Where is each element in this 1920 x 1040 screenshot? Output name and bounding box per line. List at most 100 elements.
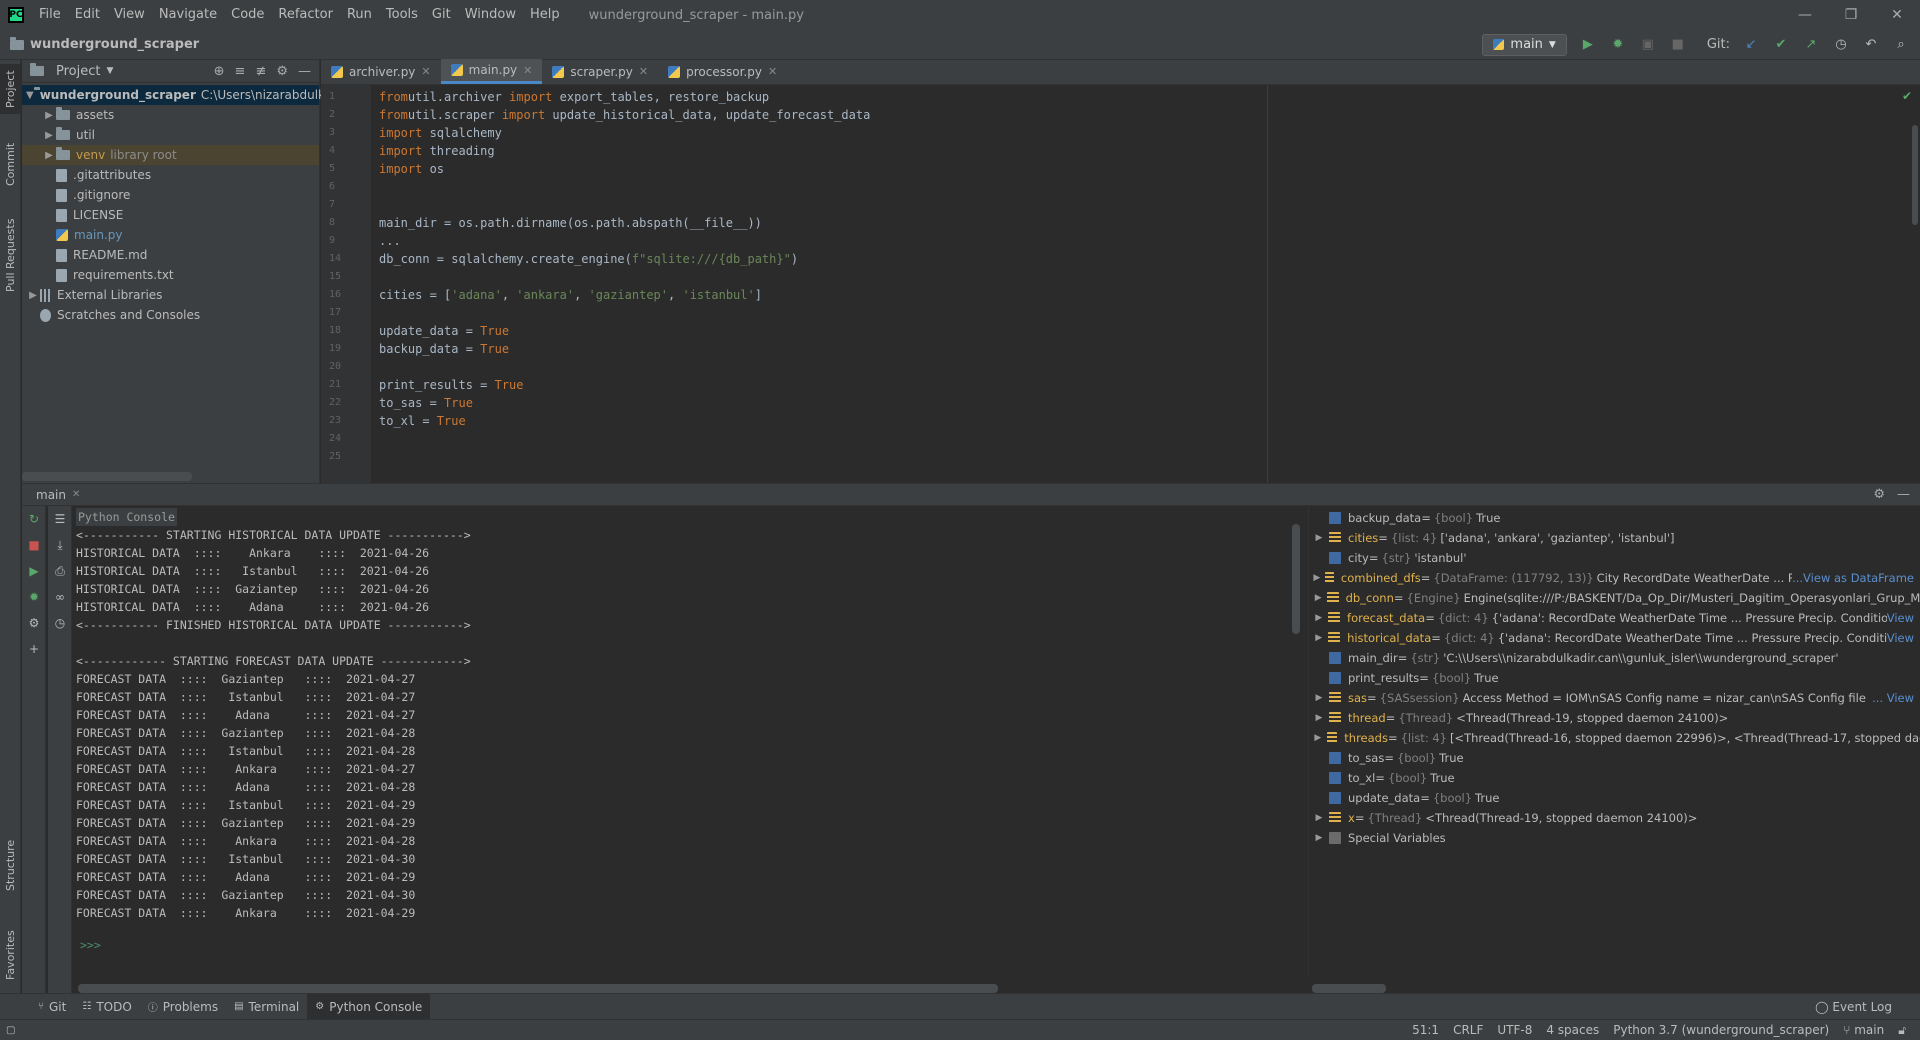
- stripe-tab-commit[interactable]: Commit: [0, 134, 21, 194]
- tree-item[interactable]: main.py: [22, 225, 319, 245]
- rollback-icon[interactable]: ↶: [1862, 36, 1880, 54]
- close-icon[interactable]: ✕: [768, 65, 777, 78]
- close-icon[interactable]: ✕: [421, 65, 430, 78]
- tree-item[interactable]: README.md: [22, 245, 319, 265]
- chevron-right-icon[interactable]: ▶: [1309, 588, 1327, 608]
- menu-item-refactor[interactable]: Refactor: [271, 0, 340, 30]
- add-icon[interactable]: +: [22, 636, 46, 662]
- chevron-right-icon[interactable]: ▶: [1309, 828, 1329, 848]
- code-line[interactable]: [371, 304, 1920, 322]
- tool-stripe-git[interactable]: ⑂ Git: [30, 994, 74, 1020]
- stripe-tab-project[interactable]: Project: [0, 64, 21, 114]
- python-interpreter[interactable]: Python 3.7 (wunderground_scraper): [1613, 1023, 1829, 1038]
- menu-item-git[interactable]: Git: [425, 0, 458, 30]
- code-line[interactable]: [371, 448, 1920, 466]
- debug-icon[interactable]: ✹: [1609, 36, 1627, 54]
- menu-item-run[interactable]: Run: [340, 0, 379, 30]
- variable-row[interactable]: ▶ db_conn = {Engine} Engine(sqlite:///P:/B…: [1309, 588, 1920, 608]
- coverage-icon[interactable]: ▣: [1639, 36, 1657, 54]
- code-line[interactable]: [371, 268, 1920, 286]
- run-icon[interactable]: ▶: [1579, 36, 1597, 54]
- code-line[interactable]: [371, 178, 1920, 196]
- stop-icon[interactable]: ■: [1669, 36, 1687, 54]
- variable-row[interactable]: ▶ Special Variables: [1309, 828, 1920, 848]
- collapse-all-icon[interactable]: ≢: [255, 64, 266, 79]
- variable-row[interactable]: to_xl = {bool} True: [1309, 768, 1920, 788]
- variable-row[interactable]: ▶ historical_data = {dict: 4} {'adana': Re…: [1309, 628, 1920, 648]
- chevron-right-icon[interactable]: ▶: [1309, 728, 1327, 748]
- chevron-right-icon[interactable]: ▶: [42, 130, 56, 141]
- rerun-icon[interactable]: ↻: [22, 506, 46, 532]
- chevron-right-icon[interactable]: ▶: [1309, 608, 1328, 628]
- code-line[interactable]: fromutil.archiver import export_tables, …: [371, 88, 1920, 106]
- breadcrumb[interactable]: wunderground_scraper: [0, 36, 199, 52]
- stripe-tab-pull-requests[interactable]: Pull Requests: [0, 210, 21, 300]
- variable-row[interactable]: ▶ combined_dfs = {DataFrame: (117792, 13)…: [1309, 568, 1920, 588]
- editor-tab-main[interactable]: main.py ✕: [440, 59, 543, 84]
- console-vertical-scrollbar[interactable]: [1292, 524, 1300, 634]
- variable-row[interactable]: print_results = {bool} True: [1309, 668, 1920, 688]
- tree-item[interactable]: LICENSE: [22, 205, 319, 225]
- editor-tab-archiver[interactable]: archiver.py ✕: [321, 59, 441, 84]
- tree-item[interactable]: ▼ wunderground_scraper C:\Users\nizarabdul…: [22, 85, 340, 105]
- code-line[interactable]: print_results = True: [371, 376, 1920, 394]
- print-icon[interactable]: ⎙: [48, 558, 72, 584]
- view-link[interactable]: ...View as DataFrame: [1792, 568, 1920, 588]
- code-line[interactable]: to_xl = True: [371, 412, 1920, 430]
- git-branch[interactable]: ⑂ main: [1843, 1023, 1884, 1038]
- line-separator[interactable]: CRLF: [1453, 1023, 1483, 1038]
- search-icon[interactable]: ⌕: [1892, 36, 1910, 54]
- editor-tab-scraper[interactable]: scraper.py ✕: [542, 59, 658, 84]
- variable-row[interactable]: ▶ thread = {Thread} <Thread(Thread-19, sto…: [1309, 708, 1920, 728]
- chevron-right-icon[interactable]: ▶: [1309, 708, 1329, 728]
- project-view-select[interactable]: Project: [56, 64, 100, 79]
- debug-icon[interactable]: ✹: [22, 584, 46, 610]
- chevron-right-icon[interactable]: ▶: [1309, 568, 1325, 588]
- code-line[interactable]: import os: [371, 160, 1920, 178]
- variable-row[interactable]: ▶ sas = {SASsession} Access Method = IOM\n…: [1309, 688, 1920, 708]
- code-line[interactable]: import sqlalchemy: [371, 124, 1920, 142]
- code-line[interactable]: ...: [371, 232, 1920, 250]
- variable-row[interactable]: update_data = {bool} True: [1309, 788, 1920, 808]
- close-icon[interactable]: ✕: [72, 489, 80, 500]
- caret-position[interactable]: 51:1: [1412, 1023, 1439, 1038]
- run-config-select[interactable]: main ▼: [1482, 33, 1567, 56]
- console-horizontal-scrollbar[interactable]: [78, 984, 998, 993]
- indent-setting[interactable]: 4 spaces: [1546, 1023, 1599, 1038]
- layout-toggle-icon[interactable]: ▢: [6, 1025, 15, 1036]
- chevron-right-icon[interactable]: ▶: [42, 150, 56, 161]
- menu-item-tools[interactable]: Tools: [379, 0, 425, 30]
- chevron-right-icon[interactable]: ▶: [1309, 528, 1329, 548]
- horizontal-scrollbar[interactable]: [22, 472, 192, 481]
- code-text[interactable]: fromutil.archiver import export_tables, …: [371, 85, 1920, 483]
- code-line[interactable]: main_dir = os.path.dirname(os.path.abspa…: [371, 214, 1920, 232]
- code-line[interactable]: [371, 196, 1920, 214]
- git-push-icon[interactable]: ↗: [1802, 36, 1820, 54]
- console-tab-main[interactable]: main ✕: [36, 488, 80, 502]
- code-line[interactable]: update_data = True: [371, 322, 1920, 340]
- variable-row[interactable]: backup_data = {bool} True: [1309, 508, 1920, 528]
- close-icon[interactable]: ✕: [523, 64, 532, 77]
- tree-item[interactable]: ▶ assets: [22, 105, 319, 125]
- close-icon[interactable]: ✕: [1874, 0, 1920, 30]
- stop-icon[interactable]: ■: [22, 532, 46, 558]
- console-prompt[interactable]: >>>: [80, 936, 101, 954]
- code-line[interactable]: backup_data = True: [371, 340, 1920, 358]
- menu-item-view[interactable]: View: [107, 0, 152, 30]
- hide-icon[interactable]: —: [298, 64, 311, 79]
- chevron-right-icon[interactable]: ▶: [1309, 808, 1329, 828]
- variable-row[interactable]: ▶ forecast_data = {dict: 4} {'adana': Reco…: [1309, 608, 1920, 628]
- view-link[interactable]: ... View: [1872, 688, 1920, 708]
- chevron-down-icon[interactable]: ▼: [26, 90, 34, 101]
- lock-icon[interactable]: 🔓︎: [1898, 1023, 1906, 1038]
- history-icon[interactable]: ◷: [48, 610, 72, 636]
- settings-icon[interactable]: ⚙: [22, 610, 46, 636]
- chevron-right-icon[interactable]: ▶: [26, 290, 40, 301]
- variable-row[interactable]: to_sas = {bool} True: [1309, 748, 1920, 768]
- tool-stripe-python-console[interactable]: ⚙ Python Console: [307, 993, 431, 1020]
- minimize-icon[interactable]: —: [1782, 0, 1828, 30]
- menu-item-file[interactable]: File: [32, 0, 68, 30]
- code-line[interactable]: fromutil.scraper import update_historica…: [371, 106, 1920, 124]
- code-area[interactable]: 1 2 3 4 5 6 7 8 9 14 15 16 17 18 19 20 21 22 23 24 25 fromut…: [321, 85, 1920, 483]
- menu-item-help[interactable]: Help: [523, 0, 567, 30]
